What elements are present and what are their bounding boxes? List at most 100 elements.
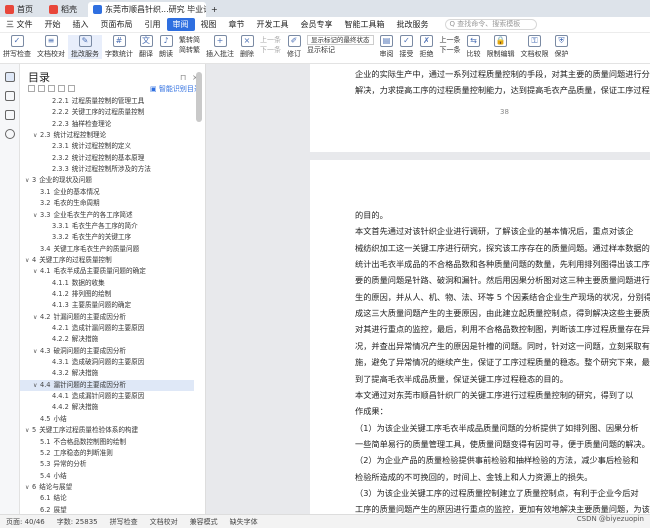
- menu-tab-10[interactable]: 批改服务: [391, 18, 435, 31]
- toc-item[interactable]: ∨ 6 结论与展望: [20, 482, 194, 493]
- document-page-current[interactable]: 的目的。 本文首先通过对该针织企业进行调研，了解该企业的基本情况后，重点对该企械…: [310, 160, 650, 514]
- next-comment-button[interactable]: 下一条: [260, 45, 281, 55]
- toc-item[interactable]: 2.3.2 统计过程控制的基本原理: [20, 153, 194, 164]
- toc-item[interactable]: 3.1 企业的基本情况: [20, 187, 194, 198]
- prev-comment-button[interactable]: 上一条: [260, 35, 281, 45]
- menu-tab-2[interactable]: 页面布局: [95, 18, 139, 31]
- toc-item[interactable]: 4.3.2 解决措施: [20, 368, 194, 379]
- toc-item[interactable]: 3.3.1 毛衣生产各工序的简介: [20, 221, 194, 232]
- toc-item[interactable]: 3.3.2 毛衣生产的关键工序: [20, 232, 194, 243]
- toc-item[interactable]: 5.4 小结: [20, 471, 194, 482]
- menu-tab-3[interactable]: 引用: [139, 18, 167, 31]
- title-tab-2[interactable]: 东莞市顺昌针织...研究 毕业论文: [88, 2, 206, 17]
- translate-button[interactable]: 文翻译: [136, 35, 156, 59]
- toc-item[interactable]: ∨ 4.1 毛衣半成品主要质量问题的确定: [20, 266, 194, 277]
- toc-item[interactable]: 4.4.1 造成漏针问题的主要原因: [20, 391, 194, 402]
- command-search-input[interactable]: Q 查找命令、搜索模板: [444, 19, 537, 30]
- toc-item[interactable]: 4.1.2 排列图的绘制: [20, 289, 194, 300]
- collapse-caret-icon[interactable]: ∨: [33, 266, 37, 277]
- proof-status[interactable]: 文档校对: [144, 517, 184, 527]
- doc-proof-button[interactable]: ≡ 文档校对: [34, 35, 68, 59]
- spellcheck-status[interactable]: 拼写检查: [104, 517, 144, 527]
- doc-permission-button[interactable]: ⚿ 文档权限: [518, 35, 552, 59]
- toc-item[interactable]: 6.1 结论: [20, 493, 194, 504]
- collapse-caret-icon[interactable]: ∨: [33, 346, 37, 357]
- toc-item[interactable]: ∨ 5 关键工序过程质量检验体系的构建: [20, 425, 194, 436]
- level-button-5[interactable]: [68, 85, 75, 92]
- word-count-status[interactable]: 字数: 25835: [51, 517, 104, 527]
- toc-item[interactable]: ∨ 4.3 破洞问题的主要成因分析: [20, 346, 194, 357]
- menu-tab-5[interactable]: 视图: [195, 18, 223, 31]
- level-button-3[interactable]: [48, 85, 55, 92]
- accept-button[interactable]: ✓ 接受: [397, 35, 417, 59]
- toc-item[interactable]: 4.4.2 解决措施: [20, 402, 194, 413]
- toc-item[interactable]: ∨ 2.3 统计过程控制理论: [20, 130, 194, 141]
- prev-change-button[interactable]: 上一条: [440, 35, 461, 45]
- protect-button[interactable]: ⛨ 保护: [552, 35, 572, 59]
- toc-item[interactable]: ∨ 4 关键工序的过程质量控制: [20, 255, 194, 266]
- toc-item[interactable]: 4.1.3 主要质量问题的确定: [20, 300, 194, 311]
- menu-tab-9[interactable]: 智能工具箱: [339, 18, 391, 31]
- collapse-caret-icon[interactable]: ∨: [25, 175, 29, 186]
- read-aloud-button[interactable]: ♪ 朗读: [156, 35, 176, 59]
- collapse-caret-icon[interactable]: ∨: [33, 380, 37, 391]
- menu-tab-6[interactable]: 章节: [223, 18, 251, 31]
- missing-font-status[interactable]: 缺失字体: [224, 517, 264, 527]
- insert-comment-button[interactable]: + 插入批注: [203, 35, 237, 59]
- spellcheck-button[interactable]: ✓ 拼写检查: [0, 35, 34, 59]
- collapse-caret-icon[interactable]: ∨: [33, 210, 37, 221]
- collapse-caret-icon[interactable]: ∨: [33, 312, 37, 323]
- word-count-button[interactable]: # 字数统计: [102, 35, 136, 59]
- new-tab-button[interactable]: +: [206, 2, 223, 17]
- toc-item[interactable]: 4.5 小结: [20, 414, 194, 425]
- toc-item[interactable]: 4.3.1 造成破洞问题的主要原因: [20, 357, 194, 368]
- track-changes-button[interactable]: ✐ 修订: [284, 35, 304, 59]
- toc-item[interactable]: 2.2.3 抽样检查理论: [20, 119, 194, 130]
- correction-service-button[interactable]: ✎ 批改服务: [68, 35, 102, 59]
- collapse-caret-icon[interactable]: ∨: [33, 130, 37, 141]
- menu-tab-1[interactable]: 插入: [67, 18, 95, 31]
- file-menu[interactable]: 三 文件: [0, 18, 39, 31]
- pages-icon[interactable]: [5, 91, 15, 101]
- menu-tab-8[interactable]: 会员专享: [295, 18, 339, 31]
- level-button-2[interactable]: [38, 85, 45, 92]
- toc-item[interactable]: 5.2 工序稳态的判断准则: [20, 448, 194, 459]
- toc-item[interactable]: 3.2 毛衣的生命周期: [20, 198, 194, 209]
- toc-item[interactable]: 4.2.1 造成针漏问题的主要原因: [20, 323, 194, 334]
- smart-toc-button[interactable]: ▣ 智能识别目录: [150, 84, 201, 94]
- title-tab-0[interactable]: 首页: [0, 2, 44, 17]
- review-pane-button[interactable]: ▤ 审阅: [377, 35, 397, 59]
- title-tab-1[interactable]: 稻壳: [44, 2, 88, 17]
- trad-to-simp-button[interactable]: 繁转简: [179, 35, 200, 45]
- restrict-edit-button[interactable]: 🔒 限制编辑: [484, 35, 518, 59]
- display-mode-select[interactable]: 显示标记的最终状态: [307, 35, 374, 45]
- toc-item[interactable]: 2.3.3 统计过程控制所涉及的方法: [20, 164, 194, 175]
- toc-item[interactable]: 5.3 异常的分析: [20, 459, 194, 470]
- toc-item[interactable]: ∨ 4.4 漏针问题的主要成因分析: [20, 379, 194, 391]
- toc-item[interactable]: 4.1.1 数据的收集: [20, 278, 194, 289]
- toc-item[interactable]: ∨ 4.2 针漏问题的主要成因分析: [20, 312, 194, 323]
- toc-item[interactable]: 3.4 关键工序毛衣生产的质量问题: [20, 244, 194, 255]
- toc-item[interactable]: ∨ 3 企业的现状及问题: [20, 175, 194, 186]
- page-indicator[interactable]: 页面: 40/46: [0, 517, 51, 527]
- show-markup-button[interactable]: 显示标记: [307, 45, 374, 55]
- simp-to-trad-button[interactable]: 简转繁: [179, 45, 200, 55]
- level-button-4[interactable]: [58, 85, 65, 92]
- menu-tab-4[interactable]: 审阅: [166, 18, 195, 31]
- collapse-caret-icon[interactable]: ∨: [25, 482, 29, 493]
- level-button-1[interactable]: [28, 85, 35, 92]
- toc-item[interactable]: 5.1 不合格品数控制图的绘制: [20, 437, 194, 448]
- outline-scroll-thumb[interactable]: [196, 72, 202, 122]
- find-icon[interactable]: [5, 129, 15, 139]
- toc-item[interactable]: 4.2.2 解决措施: [20, 334, 194, 345]
- next-change-button[interactable]: 下一条: [440, 45, 461, 55]
- toc-item[interactable]: ∨ 3.3 企业毛衣生产的各工序简述: [20, 210, 194, 221]
- collapse-caret-icon[interactable]: ∨: [25, 255, 29, 266]
- collapse-caret-icon[interactable]: ∨: [25, 425, 29, 436]
- pin-icon[interactable]: ⊓: [180, 73, 186, 82]
- reject-button[interactable]: ✗ 拒绝: [417, 35, 437, 59]
- toc-item[interactable]: 2.3.1 统计过程控制的定义: [20, 141, 194, 152]
- menu-tab-7[interactable]: 开发工具: [251, 18, 295, 31]
- outline-icon[interactable]: [5, 72, 15, 82]
- menu-tab-0[interactable]: 开始: [39, 18, 67, 31]
